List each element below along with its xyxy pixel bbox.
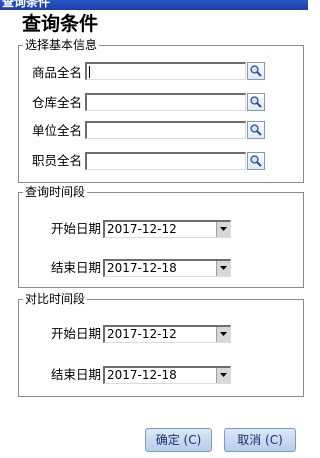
warehouse-name-input[interactable] (85, 93, 246, 111)
employee-name-label: 职员全名 (32, 153, 83, 168)
dropdown-button[interactable] (216, 368, 230, 383)
query-end-date-value: 2017-12-18 (107, 261, 177, 275)
product-search-button[interactable] (247, 62, 265, 80)
dropdown-button[interactable] (216, 261, 230, 276)
search-icon (250, 96, 262, 108)
ok-button[interactable]: 确定 (C) (145, 428, 212, 452)
chevron-down-icon (220, 332, 227, 336)
compare-period-group: 对比时间段 开始日期 2017-12-12 结束日期 2017-12-18 (18, 292, 304, 397)
query-period-legend: 查询时间段 (23, 185, 88, 199)
search-icon (250, 124, 262, 136)
query-end-date-label: 结束日期 (51, 260, 102, 275)
query-start-date-select[interactable]: 2017-12-12 (103, 220, 231, 238)
employee-name-input[interactable] (85, 152, 246, 170)
basic-info-legend: 选择基本信息 (23, 38, 100, 52)
text-caret (89, 66, 90, 78)
product-name-label: 商品全名 (32, 65, 83, 80)
compare-end-date-value: 2017-12-18 (107, 368, 177, 382)
chevron-down-icon (220, 227, 227, 231)
search-icon (250, 155, 262, 167)
compare-start-date-select[interactable]: 2017-12-12 (103, 325, 231, 343)
chevron-down-icon (220, 266, 227, 270)
compare-start-date-label: 开始日期 (51, 326, 102, 341)
window-title: 查询条件 (2, 0, 51, 9)
compare-start-date-value: 2017-12-12 (107, 327, 177, 341)
chevron-down-icon (220, 373, 227, 377)
query-start-date-label: 开始日期 (51, 221, 102, 236)
basic-info-group: 选择基本信息 商品全名 仓库全名 单位全名 职员全名 (18, 38, 304, 183)
query-start-date-value: 2017-12-12 (107, 222, 177, 236)
query-end-date-select[interactable]: 2017-12-18 (103, 259, 231, 277)
compare-end-date-label: 结束日期 (51, 367, 102, 382)
unit-name-label: 单位全名 (32, 123, 83, 138)
unit-name-input[interactable] (85, 121, 246, 139)
warehouse-name-label: 仓库全名 (32, 95, 83, 110)
dropdown-button[interactable] (216, 222, 230, 237)
compare-end-date-select[interactable]: 2017-12-18 (103, 366, 231, 384)
search-icon (250, 65, 262, 77)
page-title: 查询条件 (22, 13, 99, 35)
query-period-group: 查询时间段 开始日期 2017-12-12 结束日期 2017-12-18 (18, 185, 304, 288)
employee-search-button[interactable] (247, 152, 265, 170)
dropdown-button[interactable] (216, 327, 230, 342)
unit-search-button[interactable] (247, 121, 265, 139)
compare-period-legend: 对比时间段 (23, 292, 88, 306)
cancel-button[interactable]: 取消 (C) (224, 428, 296, 452)
window-titlebar: 查询条件 (0, 0, 308, 10)
product-name-input[interactable] (85, 62, 246, 80)
warehouse-search-button[interactable] (247, 93, 265, 111)
